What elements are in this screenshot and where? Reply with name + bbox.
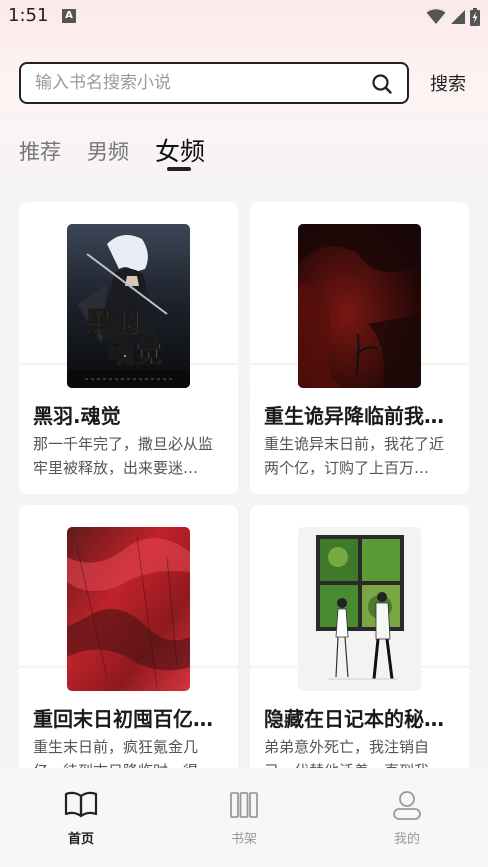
notification-icon: A [62, 9, 76, 23]
svg-text:黑羽: 黑羽 [85, 306, 141, 339]
book-open-icon [64, 791, 98, 818]
book-card[interactable]: 重生诡异降临前我… 重生诡异末日前，我花了近两个亿，订购了上百万… [250, 202, 469, 494]
book-cover: 黑羽 魂觉 [67, 224, 190, 388]
status-bar: 1:51 A [0, 0, 488, 34]
search-button[interactable]: 搜索 [430, 70, 466, 96]
search-input[interactable] [35, 64, 355, 102]
book-title: 重生诡异降临前我… [264, 404, 444, 428]
book-title: 隐藏在日记本的秘… [264, 707, 444, 731]
tab-recommend[interactable]: 推荐 [19, 136, 61, 166]
book-cover [67, 527, 190, 691]
book-card[interactable]: 隐藏在日记本的秘… 弟弟意外死亡，我注销自己，代替他活着，直到我… [250, 505, 469, 797]
book-card[interactable]: 重回末日初囤百亿… 重生末日前，疯狂氪金几亿，待到末日降临时，得… [19, 505, 238, 797]
bookshelf-icon [230, 792, 258, 818]
book-cover [298, 527, 421, 691]
nav-bookshelf[interactable]: 书架 [194, 790, 294, 847]
nav-home[interactable]: 首页 [31, 790, 131, 847]
tab-male[interactable]: 男频 [87, 136, 129, 166]
book-title: 重回末日初囤百亿… [33, 707, 213, 731]
nav-profile[interactable]: 我的 [357, 790, 457, 847]
book-description: 那一千年完了，撒旦必从监牢里被释放，出来要迷… [33, 435, 214, 477]
tab-female[interactable]: 女频 [155, 132, 205, 168]
search-icon[interactable] [371, 73, 393, 95]
nav-bookshelf-label: 书架 [230, 832, 257, 847]
bottom-nav: 首页 书架 我的 [0, 768, 488, 867]
book-description: 重生诡异末日前，我花了近两个亿，订购了上百万… [264, 435, 445, 477]
status-icons [426, 7, 480, 27]
book-cover [298, 224, 421, 388]
nav-profile-label: 我的 [393, 832, 420, 847]
status-time: 1:51 [8, 5, 49, 26]
search-box [19, 62, 409, 104]
active-tab-indicator [167, 167, 191, 171]
user-icon [393, 791, 421, 820]
wifi-icon [426, 9, 446, 24]
signal-icon [451, 10, 465, 24]
battery-icon [470, 8, 480, 26]
book-card[interactable]: 黑羽 魂觉 黑羽.魂觉 那一千年完了，撒旦必从监牢里被释放，出来要迷… [19, 202, 238, 494]
nav-home-label: 首页 [67, 832, 94, 847]
book-title: 黑羽.魂觉 [33, 404, 121, 428]
svg-text:魂觉: 魂觉 [107, 336, 163, 369]
